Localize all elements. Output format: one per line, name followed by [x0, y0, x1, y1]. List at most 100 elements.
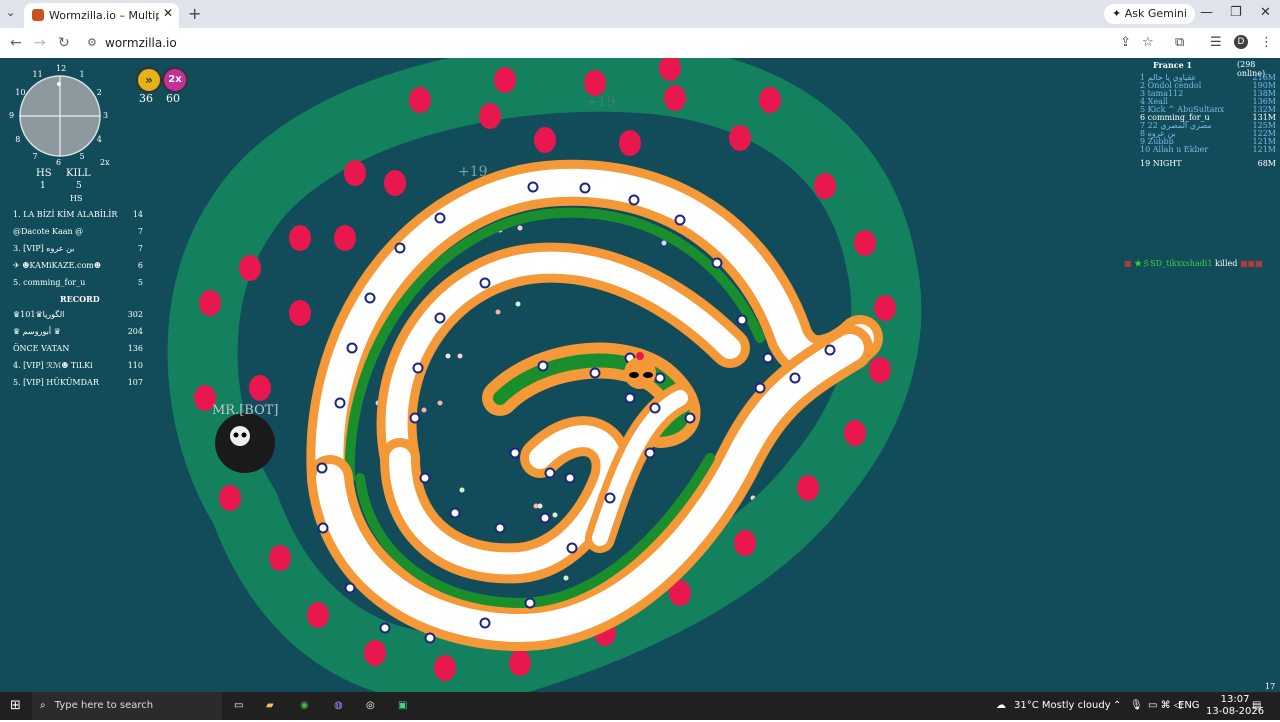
tray-icons[interactable]: ▭ ⌘ ◁ [1148, 692, 1182, 720]
extensions-icon[interactable]: ⧉ [1175, 35, 1184, 50]
file-explorer-icon[interactable]: ▰ [266, 692, 274, 720]
address-bar[interactable]: ⚙ wormzilla.io [82, 32, 1102, 54]
chakra-marker [316, 462, 328, 474]
back-icon[interactable]: ← [10, 35, 22, 51]
snake-red-dot [434, 655, 456, 681]
own-rank-score: 68M [1257, 159, 1276, 168]
new-tab-icon[interactable]: + [188, 4, 201, 23]
tray-overflow-icon[interactable]: ⌃ [1113, 692, 1121, 720]
chakra-marker [379, 622, 391, 634]
floating-points-1: +19 [458, 164, 488, 180]
hs-list-row: ✈ ☻KAMiKAZE.com☻ 6 [13, 261, 143, 270]
minimap-radar [19, 75, 101, 157]
snake-red-dot [874, 295, 896, 321]
food-pellet [495, 309, 501, 315]
snake-red-dot [307, 602, 329, 628]
multiplier-badge[interactable]: 2x [162, 67, 188, 93]
hs-value: 1 [40, 181, 46, 191]
task-view-icon[interactable]: ▭ [234, 692, 243, 720]
chakra-marker [539, 512, 551, 524]
chakra-marker [419, 472, 431, 484]
chakra-marker [524, 597, 536, 609]
chrome-taskbar-icon[interactable]: ◉ [300, 692, 309, 720]
site-favicon-icon [32, 9, 44, 21]
url-text: wormzilla.io [105, 36, 177, 50]
food-pellet [517, 225, 523, 231]
windows-start-icon[interactable]: ⊞ [10, 692, 21, 720]
chakra-marker [589, 367, 601, 379]
snake-red-dot [364, 640, 386, 666]
browser-menu-icon[interactable]: ⋮ [1260, 35, 1273, 50]
chakra-marker [684, 412, 696, 424]
forward-icon[interactable]: → [34, 35, 46, 51]
bot-name-label: MR.[BOT] [212, 403, 279, 418]
install-app-icon[interactable]: ⇪ [1120, 35, 1131, 50]
language-indicator[interactable]: ENG [1178, 692, 1200, 720]
close-window-icon[interactable]: ✕ [1260, 5, 1271, 20]
food-pellet [445, 353, 451, 359]
messenger-taskbar-icon[interactable]: ◍ [334, 692, 343, 720]
chakra-marker [762, 352, 774, 364]
boost-count: 36 [139, 92, 153, 105]
game-canvas[interactable]: MR.[BOT] +19 +19 12 1 2 3 4 5 6 7 8 9 10 11 2x HS K… [0, 58, 1280, 692]
chakra-marker [628, 194, 640, 206]
bot-snake-head [215, 413, 275, 473]
chakra-marker [564, 472, 576, 484]
snake-red-dot [584, 70, 606, 96]
kill-feed: ■ ★彡SD_tikxxshadi1 killed ■■■ [1124, 258, 1263, 269]
chakra-marker [494, 522, 506, 534]
second-app-taskbar-icon[interactable]: ▣ [398, 692, 407, 720]
own-rank-number: 19 [1140, 159, 1151, 168]
record-list-row: 4. [VIP] ℛℳ☻ TiLKi 110 [13, 361, 143, 370]
weather-text[interactable]: 31°C Mostly cloudy [1014, 692, 1111, 720]
notifications-icon[interactable]: ▤ [1252, 692, 1261, 720]
site-info-icon[interactable]: ⚙ [87, 36, 97, 49]
snake-red-dot [869, 357, 891, 383]
food-pellet [515, 301, 521, 307]
snake-red-dot [854, 230, 876, 256]
record-list-row: ÖNCE VATAN 136 [13, 344, 143, 353]
reload-icon[interactable]: ↻ [58, 35, 70, 51]
floating-points-2: +19 [586, 94, 616, 110]
chakra-marker [624, 392, 636, 404]
profile-avatar[interactable]: D [1234, 35, 1248, 49]
boost-badge[interactable]: » [136, 67, 162, 93]
chakra-marker [527, 181, 539, 193]
kill-label: KILL [66, 168, 91, 179]
top-leaderboard-row: 10 Allah u Ekber 121M [1140, 145, 1276, 154]
tab-search-icon[interactable]: ⌄ [6, 6, 15, 19]
chakra-marker [334, 397, 346, 409]
chakra-marker [754, 382, 766, 394]
chakra-marker [579, 182, 591, 194]
hs-player-score: 7 [137, 244, 143, 253]
snake-red-dot [199, 290, 221, 316]
food-pellet [421, 407, 427, 413]
chakra-marker [434, 312, 446, 324]
record-player-score: 107 [127, 378, 143, 387]
food-pellet [661, 240, 667, 246]
restore-icon[interactable]: ❐ [1230, 5, 1242, 20]
hs-player-score: 14 [132, 210, 143, 219]
own-rank-name: NIGHT [1152, 159, 1182, 168]
taskbar-search-box[interactable]: ⌕ Type here to search [32, 692, 222, 720]
snake-red-dot [797, 475, 819, 501]
browser-tab-strip: ⌄ Wormzilla.io – Multiplayer Snal ✕ + ✦ … [0, 0, 1280, 28]
reading-list-icon[interactable]: ☰ [1210, 35, 1222, 50]
browser-tab[interactable]: Wormzilla.io – Multiplayer Snal ✕ [24, 3, 179, 28]
record-title: RECORD [60, 294, 100, 304]
bookmark-star-icon[interactable]: ☆ [1142, 35, 1154, 50]
snake-red-dot [239, 255, 261, 281]
app-taskbar-icon[interactable]: ◎ [366, 692, 375, 720]
chakra-marker [644, 447, 656, 459]
hs-player-score: 7 [137, 227, 143, 236]
snake-red-dot [219, 485, 241, 511]
zoom-label[interactable]: 2x [100, 158, 110, 167]
close-tab-icon[interactable]: ✕ [163, 6, 173, 20]
record-list-row: 5. [VIP] HÜKÜMDAR 107 [13, 378, 143, 387]
kill-feed-prefix-icon: ■ [1124, 259, 1132, 268]
taskbar: ⊞ ⌕ Type here to search ▭ ▰ ◉ ◍ ◎ ▣ ☁ 31… [0, 692, 1280, 720]
microphone-icon[interactable]: 🎙 [1130, 692, 1143, 720]
ask-gemini-button[interactable]: ✦ Ask Gemini [1104, 4, 1195, 24]
record-player-score: 110 [127, 361, 143, 370]
minimize-icon[interactable]: — [1200, 5, 1213, 20]
